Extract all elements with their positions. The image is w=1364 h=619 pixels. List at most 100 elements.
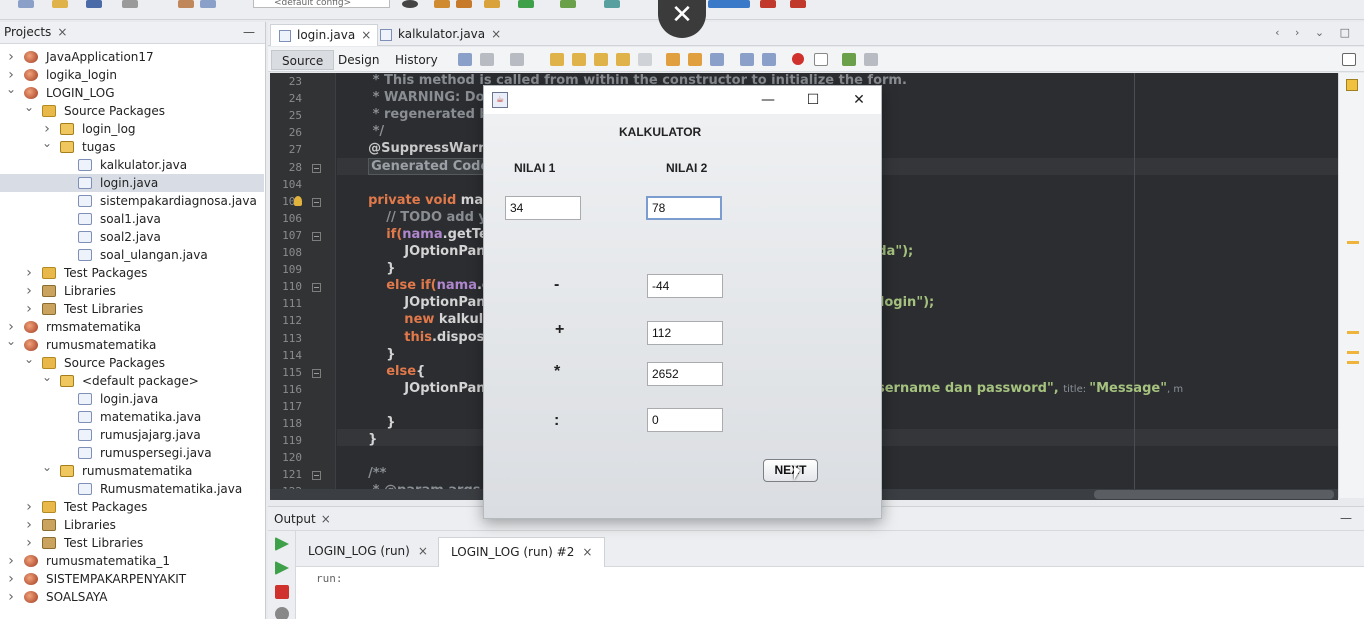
tree-item[interactable]: ⌄ LOGIN_LOG [0, 82, 264, 102]
find-previous-icon[interactable] [572, 53, 586, 66]
output-tab[interactable]: Output × [274, 512, 331, 526]
tree-item[interactable]: › Test Libraries [0, 534, 264, 552]
fold-toggle-icon[interactable] [312, 283, 321, 293]
tree-item[interactable]: ⌄ Source Packages [0, 100, 264, 120]
tab-design[interactable]: Design [328, 50, 389, 70]
tab-login-log-run[interactable]: LOGIN_LOG (run) × [296, 537, 440, 567]
tree-item[interactable]: › Libraries [0, 516, 264, 534]
toggle-highlight-icon[interactable] [616, 53, 630, 66]
chevron-down-icon[interactable]: ⌄ [42, 134, 52, 152]
chevron-right-icon[interactable]: › [6, 48, 16, 66]
scrollbar-thumb[interactable] [1094, 490, 1334, 499]
hammer-icon[interactable] [456, 0, 472, 8]
warning-marker[interactable] [1347, 361, 1359, 364]
save-all-icon[interactable] [86, 0, 102, 8]
minus-result-field[interactable]: -44 [647, 274, 723, 298]
close-icon[interactable]: × [582, 545, 592, 559]
forward-icon[interactable] [480, 53, 494, 66]
tab-login-log-run-2[interactable]: LOGIN_LOG (run) #2 × [438, 537, 606, 567]
chevron-right-icon[interactable]: › [24, 282, 34, 300]
fold-toggle-icon[interactable] [312, 471, 321, 481]
tab-login-java[interactable]: login.java × [270, 24, 379, 46]
chevron-right-icon[interactable]: › [24, 300, 34, 318]
new-file-icon[interactable] [18, 0, 34, 8]
tab-kalkulator-java[interactable]: kalkulator.java × [372, 24, 507, 46]
close-icon[interactable]: × [57, 25, 67, 39]
next-button[interactable]: NEXT [763, 459, 818, 482]
fold-toggle-icon[interactable] [312, 231, 321, 241]
maximize-button[interactable]: ☐ [798, 89, 828, 111]
gc-icon-2[interactable] [790, 0, 806, 8]
close-icon[interactable]: × [321, 512, 331, 526]
tree-item[interactable]: login.java [0, 174, 264, 192]
find-icon[interactable] [550, 53, 564, 66]
tree-item[interactable]: matematika.java [0, 408, 264, 426]
tree-item[interactable]: › login_log [0, 120, 264, 138]
chevron-right-icon[interactable]: › [24, 534, 34, 552]
toggle-bookmark-icon[interactable] [710, 53, 724, 66]
chevron-right-icon[interactable]: › [6, 570, 16, 588]
minimize-icon[interactable]: — [1340, 511, 1352, 525]
chevron-right-icon[interactable]: › [6, 588, 16, 606]
prev-bookmark-icon[interactable] [666, 53, 680, 66]
close-icon[interactable]: × [491, 27, 501, 41]
tree-item[interactable]: rumuspersegi.java [0, 444, 264, 462]
tree-item[interactable]: Rumusmatematika.java [0, 480, 264, 498]
tree-item[interactable]: ⌄ rumusmatematika [0, 334, 264, 354]
open-project-icon[interactable] [52, 0, 68, 8]
run-icon[interactable] [518, 0, 534, 8]
fold-toggle-icon[interactable] [312, 197, 321, 207]
tab-source[interactable]: Source [271, 50, 335, 70]
tree-item[interactable]: › rumusmatematika_1 [0, 552, 264, 570]
split-window-icon[interactable] [1342, 53, 1356, 66]
warning-marker[interactable] [1347, 351, 1359, 354]
rerun-icon[interactable] [275, 537, 289, 551]
tree-item[interactable]: kalkulator.java [0, 156, 264, 174]
tree-item[interactable]: ⌄ rumusmatematika [0, 460, 264, 480]
tree-item[interactable]: › Test Libraries [0, 300, 264, 318]
uncomment-icon[interactable] [864, 53, 878, 66]
window-titlebar[interactable]: ☕ — ☐ ✕ [484, 86, 881, 114]
comment-icon[interactable] [842, 53, 856, 66]
minimize-icon[interactable]: — [243, 25, 255, 39]
fold-toggle-icon[interactable] [312, 163, 321, 173]
next-bookmark-icon[interactable] [688, 53, 702, 66]
close-icon[interactable]: × [361, 28, 371, 42]
tree-item[interactable]: › JavaApplication17 [0, 48, 264, 66]
tree-item[interactable]: ⌄ Source Packages [0, 352, 264, 372]
copy-icon[interactable] [200, 0, 216, 8]
tree-item[interactable]: login.java [0, 390, 264, 408]
tree-item[interactable]: › SOALSAYA [0, 588, 264, 606]
broom-icon[interactable] [484, 0, 500, 8]
clean-build-icon[interactable] [434, 0, 450, 8]
chevron-down-icon[interactable]: ⌄ [6, 80, 16, 98]
plus-result-field[interactable]: 112 [647, 321, 723, 345]
close-icon[interactable]: × [418, 544, 428, 558]
tree-item[interactable]: sistempakardiagnosa.java [0, 192, 264, 210]
tree-item[interactable]: › SISTEMPAKARPENYAKIT [0, 570, 264, 588]
tree-item[interactable]: › Test Packages [0, 264, 264, 282]
chevron-down-icon[interactable]: ⌄ [42, 458, 52, 476]
stop-icon[interactable] [275, 585, 289, 599]
warning-marker[interactable] [1347, 241, 1359, 244]
tree-item[interactable]: rumusjajarg.java [0, 426, 264, 444]
tree-item[interactable]: › rmsmatematika [0, 318, 264, 336]
divide-result-field[interactable]: 0 [647, 408, 723, 432]
back-icon[interactable] [458, 53, 472, 66]
tree-item[interactable]: ⌄ tugas [0, 136, 264, 156]
editor-nav-controls[interactable]: ‹ › ⌄ □ [1275, 26, 1356, 39]
gc-icon[interactable] [760, 0, 776, 8]
close-button[interactable]: ✕ [844, 89, 874, 111]
tab-history[interactable]: History [385, 50, 448, 70]
chevron-right-icon[interactable]: › [24, 516, 34, 534]
shift-left-icon[interactable] [740, 53, 754, 66]
chevron-right-icon[interactable]: › [6, 552, 16, 570]
tree-item[interactable]: soal1.java [0, 210, 264, 228]
selection-icon[interactable] [638, 53, 652, 66]
config-select[interactable]: <default config> [253, 0, 390, 8]
warning-marker[interactable] [1347, 331, 1359, 334]
tree-item[interactable]: soal_ulangan.java [0, 246, 264, 264]
chevron-down-icon[interactable]: ⌄ [42, 368, 52, 386]
tree-item[interactable]: › logika_login [0, 66, 264, 84]
chevron-right-icon[interactable]: › [24, 498, 34, 516]
